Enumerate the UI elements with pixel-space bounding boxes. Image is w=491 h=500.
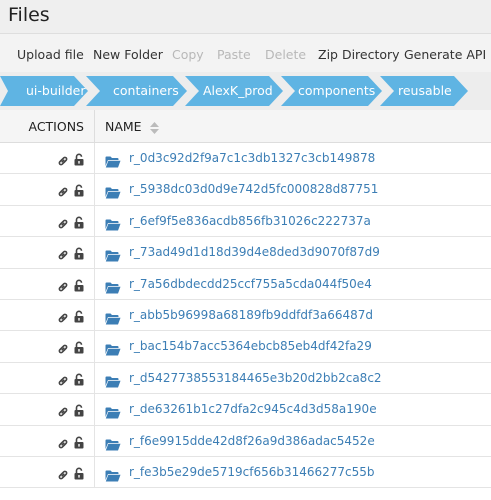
- link-icon[interactable]: [57, 152, 69, 171]
- table-row[interactable]: r_abb5b96998a68189fb9ddfdf3a66487d: [0, 300, 491, 332]
- table-row[interactable]: r_5938dc03d0d9e742d5fc000828d87751: [0, 174, 491, 206]
- unlock-icon[interactable]: [73, 277, 85, 296]
- unlock-icon[interactable]: [73, 339, 85, 358]
- folder-icon: [105, 153, 121, 172]
- folder-icon: [105, 373, 121, 392]
- actions-cell: [0, 362, 95, 394]
- delete-button[interactable]: Delete: [265, 47, 306, 62]
- actions-column-header: ACTIONS: [0, 110, 95, 143]
- breadcrumb-reusable[interactable]: reusable: [380, 76, 469, 106]
- folder-icon: [105, 436, 121, 455]
- folder-name-link[interactable]: r_f6e9915dde42d8f26a9d386adac5452e: [129, 426, 375, 457]
- folder-name-link[interactable]: r_fe3b5e29de5719cf656b31466277c55b: [129, 457, 375, 488]
- actions-cell: [0, 237, 95, 268]
- unlock-icon[interactable]: [73, 434, 85, 453]
- unlock-icon[interactable]: [73, 402, 85, 421]
- breadcrumb-ui-builder[interactable]: ui-builder: [0, 76, 89, 106]
- actions-cell: [0, 425, 95, 456]
- folder-icon: [105, 467, 121, 486]
- file-table: ACTIONS NAME r_0d3c92d2f9a7c1c3db1327c3c…: [0, 110, 491, 500]
- table-row[interactable]: r_f6e9915dde42d8f26a9d386adac5452e: [0, 425, 491, 457]
- upload-file-button[interactable]: Upload file: [17, 47, 84, 62]
- folder-name-link[interactable]: r_73ad49d1d18d39d4e8ded3d9070f87d9: [129, 237, 380, 268]
- breadcrumb-containers[interactable]: containers: [86, 76, 188, 106]
- breadcrumb-label: reusable: [398, 83, 452, 98]
- link-icon[interactable]: [57, 183, 69, 202]
- folder-icon: [105, 247, 121, 266]
- breadcrumb-label: components: [298, 83, 376, 98]
- unlock-icon[interactable]: [73, 245, 85, 264]
- unlock-icon[interactable]: [73, 371, 85, 390]
- table-row[interactable]: r_d5427738553184465e3b20d2bb2ca8c2: [0, 362, 491, 395]
- actions-cell: [0, 457, 95, 488]
- link-icon[interactable]: [57, 403, 69, 422]
- unlock-icon[interactable]: [73, 214, 85, 233]
- unlock-icon[interactable]: [73, 182, 85, 201]
- unlock-icon[interactable]: [73, 151, 85, 170]
- link-icon[interactable]: [57, 372, 69, 391]
- folder-name-link[interactable]: r_de63261b1c27dfa2c945c4d3d58a190e: [129, 394, 377, 425]
- table-row[interactable]: r_7a56dbdecdd25ccf755a5cda044f50e4: [0, 268, 491, 300]
- table-row[interactable]: r_fe3b5e29de5719cf656b31466277c55b: [0, 457, 491, 489]
- breadcrumb-components[interactable]: components: [281, 76, 383, 106]
- name-column-label: NAME: [105, 119, 142, 134]
- folder-name-link[interactable]: r_7a56dbdecdd25ccf755a5cda044f50e4: [129, 269, 372, 300]
- folder-icon: [105, 404, 121, 423]
- breadcrumb: ui-builder containers AlexK_prod compone…: [0, 72, 491, 110]
- breadcrumb-label: ui-builder: [26, 83, 86, 98]
- table-row[interactable]: r_0d3c92d2f9a7c1c3db1327c3cb149878: [0, 143, 491, 175]
- copy-button[interactable]: Copy: [172, 47, 204, 62]
- actions-cell: [0, 205, 95, 237]
- generate-api-docs-button[interactable]: Generate API Do: [404, 47, 491, 62]
- actions-cell: [0, 143, 95, 174]
- sort-icon[interactable]: [149, 121, 159, 134]
- folder-name-link[interactable]: r_6ef9f5e836acdb856fb31026c222737a: [129, 206, 371, 237]
- paste-button[interactable]: Paste: [217, 47, 251, 62]
- folder-icon: [105, 341, 121, 360]
- table-header: ACTIONS NAME: [0, 110, 491, 143]
- actions-cell: [0, 394, 95, 425]
- link-icon[interactable]: [57, 278, 69, 297]
- folder-icon: [105, 216, 121, 235]
- folder-name-link[interactable]: r_d5427738553184465e3b20d2bb2ca8c2: [129, 363, 382, 394]
- link-icon[interactable]: [57, 466, 69, 485]
- actions-cell: [0, 331, 95, 362]
- table-row[interactable]: r_de63261b1c27dfa2c945c4d3d58a190e: [0, 394, 491, 426]
- breadcrumb-label: AlexK_prod: [203, 83, 273, 98]
- folder-name-link[interactable]: r_abb5b96998a68189fb9ddfdf3a66487d: [129, 300, 373, 331]
- link-icon[interactable]: [57, 309, 69, 328]
- table-row[interactable]: r_73ad49d1d18d39d4e8ded3d9070f87d9: [0, 237, 491, 269]
- table-row[interactable]: r_6ef9f5e836acdb856fb31026c222737a: [0, 205, 491, 238]
- folder-icon: [105, 310, 121, 329]
- unlock-icon[interactable]: [73, 308, 85, 327]
- title-bar: Files: [0, 0, 491, 34]
- zip-directory-button[interactable]: Zip Directory: [318, 47, 400, 62]
- actions-cell: [0, 268, 95, 299]
- actions-cell: [0, 300, 95, 331]
- toolbar: Upload file New Folder Copy Paste Delete…: [0, 34, 491, 72]
- link-icon[interactable]: [57, 435, 69, 454]
- folder-name-link[interactable]: r_bac154b7acc5364ebcb85eb4df42fa29: [129, 331, 372, 362]
- link-icon[interactable]: [57, 340, 69, 359]
- folder-name-link[interactable]: r_0d3c92d2f9a7c1c3db1327c3cb149878: [129, 143, 375, 174]
- folder-icon: [105, 184, 121, 203]
- actions-cell: [0, 174, 95, 205]
- folder-name-link[interactable]: r_5938dc03d0d9e742d5fc000828d87751: [129, 174, 378, 205]
- link-icon[interactable]: [57, 215, 69, 234]
- breadcrumb-alexk-prod[interactable]: AlexK_prod: [185, 76, 284, 106]
- link-icon[interactable]: [57, 246, 69, 265]
- table-row[interactable]: r_bac154b7acc5364ebcb85eb4df42fa29: [0, 331, 491, 363]
- name-column-header[interactable]: NAME: [105, 110, 159, 143]
- window-title: Files: [8, 4, 50, 26]
- folder-icon: [105, 279, 121, 298]
- breadcrumb-label: containers: [113, 83, 179, 98]
- new-folder-button[interactable]: New Folder: [93, 47, 163, 62]
- unlock-icon[interactable]: [73, 465, 85, 484]
